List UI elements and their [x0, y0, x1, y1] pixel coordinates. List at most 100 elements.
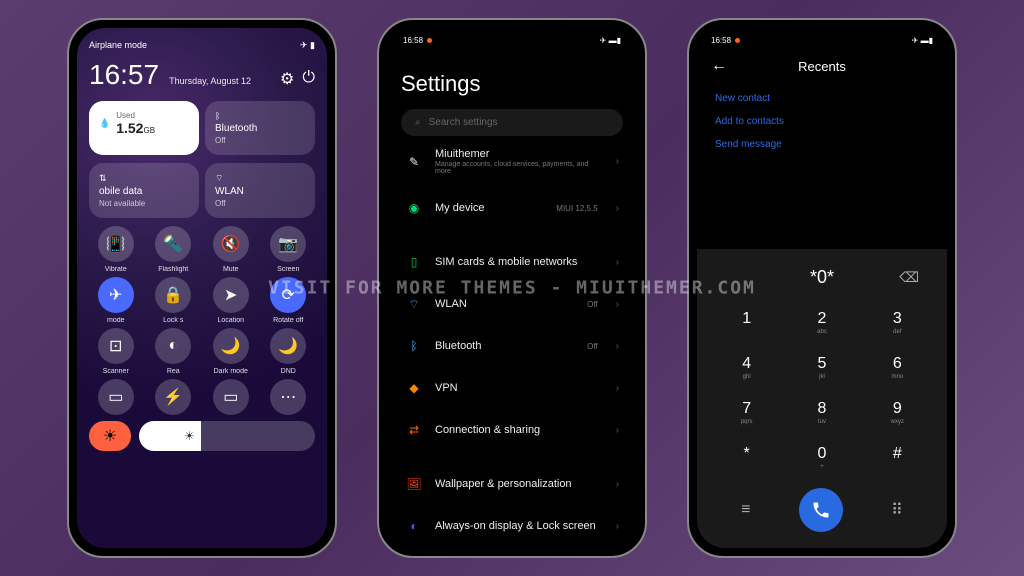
search-input[interactable]: ⌕ Search settings — [401, 109, 623, 136]
qs-label: Lock s — [163, 317, 183, 324]
dialpad-key[interactable]: 3def — [867, 304, 927, 341]
chevron-right-icon: › — [616, 156, 619, 167]
dialpad-key[interactable]: 0+ — [792, 439, 852, 476]
dialer-link[interactable]: New contact — [715, 87, 929, 110]
dialpad-key[interactable]: 4ghi — [717, 349, 777, 386]
qs-toggle[interactable]: 🔒 — [155, 277, 191, 313]
chevron-right-icon: › — [616, 383, 619, 394]
qs-label: DND — [281, 368, 296, 375]
phone-dialer: 16:58 ✈ ▬▮ ← Recents New contactAdd to c… — [687, 18, 957, 558]
qs-label: Vibrate — [105, 266, 127, 273]
battery-icon: ✈ ▮ — [300, 40, 315, 51]
dialpad-key[interactable]: 5jkl — [792, 349, 852, 386]
more-icon[interactable]: ⋯ — [270, 379, 306, 415]
dialpad-key[interactable]: # — [867, 439, 927, 476]
account-icon: ✎ — [405, 153, 423, 171]
bluetooth-icon: ᛒ — [215, 111, 305, 121]
chevron-right-icon: › — [616, 425, 619, 436]
item-icon: ⌔ — [405, 295, 423, 313]
chevron-right-icon: › — [616, 203, 619, 214]
qs-toggle[interactable]: 🔦 — [155, 226, 191, 262]
phone-settings: 16:58 ✈ ▬▮ Settings ⌕ Search settings ✎ … — [377, 18, 647, 558]
status-label: Airplane mode — [89, 40, 147, 51]
date: Thursday, August 12 — [169, 76, 251, 86]
settings-item[interactable]: ᛒBluetoothOff› — [401, 325, 623, 367]
qs-toggle[interactable]: ⊡ — [98, 328, 134, 364]
search-icon: ⌕ — [415, 117, 421, 128]
page-title: Settings — [401, 71, 623, 97]
device-icon: ◉ — [405, 199, 423, 217]
bolt-icon[interactable]: ⚡ — [155, 379, 191, 415]
dialpad-key[interactable]: 6mno — [867, 349, 927, 386]
screen-icon[interactable]: ▭ — [213, 379, 249, 415]
item-icon: 🖼 — [405, 475, 423, 493]
qs-toggle[interactable]: ◐ — [155, 328, 191, 364]
clock: 16:57 — [89, 59, 159, 91]
gear-icon[interactable]: ⚙ — [280, 69, 294, 89]
chevron-right-icon: › — [616, 341, 619, 352]
dialer-link[interactable]: Send message — [715, 133, 929, 156]
item-icon: ◆ — [405, 379, 423, 397]
battery-icon: ✈ ▬▮ — [600, 36, 621, 45]
brightness-auto-button[interactable]: ☀ — [89, 421, 131, 451]
dialpad-key[interactable]: * — [717, 439, 777, 476]
qs-toggle[interactable]: ➤ — [213, 277, 249, 313]
dialpad-key[interactable]: 2abc — [792, 304, 852, 341]
mobile-data-tile[interactable]: ⇅ obile data Not available — [89, 163, 199, 218]
power-icon[interactable]: ⏻ — [302, 69, 315, 89]
qs-toggle[interactable]: 📳 — [98, 226, 134, 262]
qs-label: Dark mode — [214, 368, 248, 375]
phone-control-center: Airplane mode ✈ ▮ 16:57 Thursday, August… — [67, 18, 337, 558]
settings-item[interactable]: ⌔WLANOff› — [401, 283, 623, 325]
qs-label: Mute — [223, 266, 239, 273]
water-drop-icon: 💧 — [99, 118, 110, 129]
dial-display: *0* ⌫ — [697, 261, 947, 300]
backspace-button[interactable]: ⌫ — [899, 269, 919, 286]
battery-icon[interactable]: ▭ — [98, 379, 134, 415]
dialpad-key[interactable]: 9wxyz — [867, 394, 927, 431]
item-icon: ⇄ — [405, 421, 423, 439]
status-bar: Airplane mode ✈ ▮ — [89, 40, 315, 51]
qs-label: Rotate off — [273, 317, 303, 324]
signal-icon: ⇅ — [99, 173, 189, 184]
data-usage-tile[interactable]: 💧 Used 1.52GB — [89, 101, 199, 155]
qs-label: Location — [218, 317, 244, 324]
settings-item[interactable]: ⇄Connection & sharing› — [401, 409, 623, 451]
qs-label: Flashlight — [158, 266, 188, 273]
item-icon: ◐ — [405, 517, 423, 535]
qs-label: Scanner — [103, 368, 129, 375]
qs-label: mode — [107, 317, 125, 324]
status-bar: 16:58 ✈ ▬▮ — [697, 28, 947, 45]
qs-toggle[interactable]: ✈ — [98, 277, 134, 313]
account-item[interactable]: ✎ Miuithemer Manage accounts, cloud serv… — [401, 136, 623, 187]
settings-item[interactable]: ◐Always-on display & Lock screen› — [401, 505, 623, 547]
chevron-right-icon: › — [616, 299, 619, 310]
qs-toggle[interactable]: ⟳ — [270, 277, 306, 313]
dialpad-key[interactable]: 7pqrs — [717, 394, 777, 431]
wifi-icon: ⌔ — [215, 173, 305, 184]
my-device-item[interactable]: ◉ My device MIUI 12.5.5 › — [401, 187, 623, 229]
dialpad-key[interactable]: 8tuv — [792, 394, 852, 431]
qs-label: Rea — [167, 368, 180, 375]
qs-toggle[interactable]: 🌙 — [270, 328, 306, 364]
call-button[interactable] — [799, 488, 843, 532]
qs-toggle[interactable]: 🌙 — [213, 328, 249, 364]
chevron-right-icon: › — [616, 521, 619, 532]
qs-toggle[interactable]: 📷 — [270, 226, 306, 262]
qs-toggle[interactable]: 🔇 — [213, 226, 249, 262]
item-icon: ▯ — [405, 253, 423, 271]
chevron-right-icon: › — [616, 479, 619, 490]
status-bar: 16:58 ✈ ▬▮ — [401, 28, 623, 53]
settings-item[interactable]: ◆VPN› — [401, 367, 623, 409]
settings-item[interactable]: ▯SIM cards & mobile networks› — [401, 241, 623, 283]
wlan-tile[interactable]: ⌔ WLAN Off — [205, 163, 315, 218]
dialpad-key[interactable]: 1 — [717, 304, 777, 341]
battery-icon: ✈ ▬▮ — [912, 36, 933, 45]
brightness-slider[interactable] — [139, 421, 315, 451]
bluetooth-tile[interactable]: ᛒ Bluetooth Off — [205, 101, 315, 155]
menu-icon[interactable]: ≡ — [741, 501, 750, 519]
page-title: Recents — [711, 59, 933, 74]
dialer-link[interactable]: Add to contacts — [715, 110, 929, 133]
grid-icon[interactable]: ⠿ — [891, 500, 903, 520]
settings-item[interactable]: 🖼Wallpaper & personalization› — [401, 463, 623, 505]
